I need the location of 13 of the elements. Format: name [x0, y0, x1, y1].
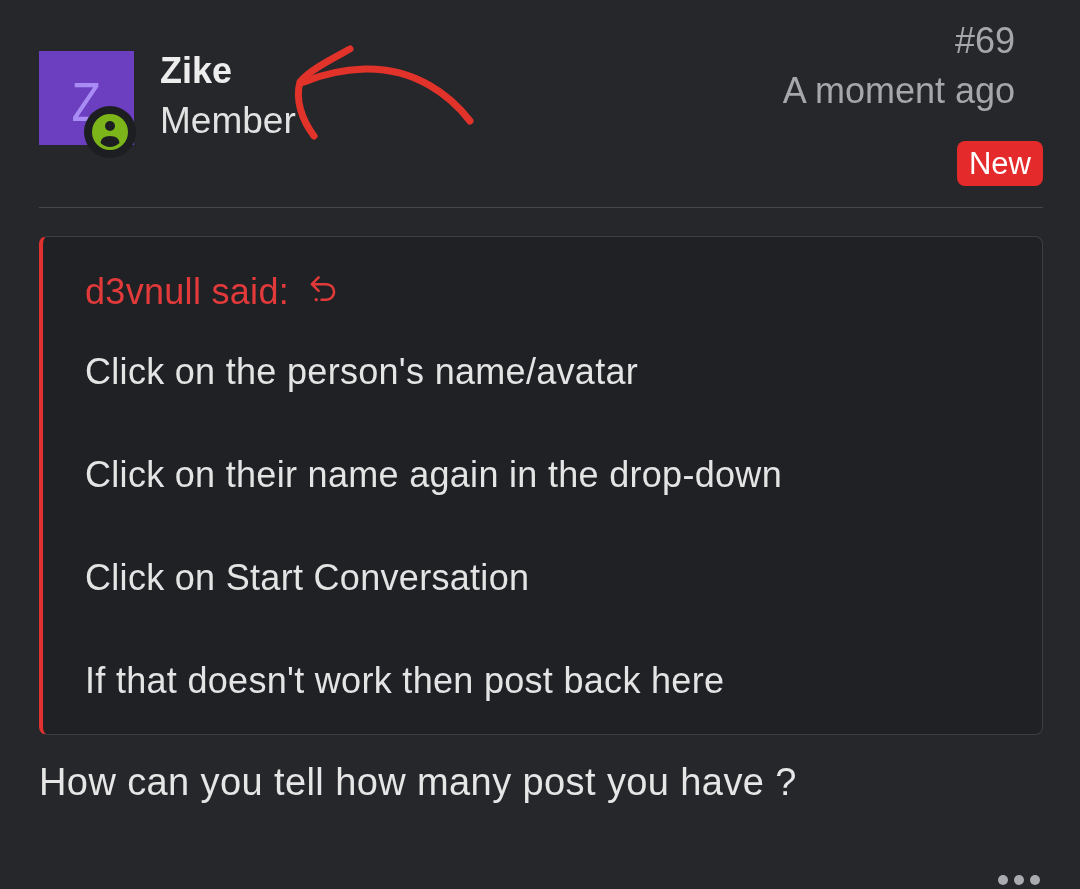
quote-text: If that doesn't work then post back here — [85, 659, 726, 703]
return-arrow-icon[interactable] — [308, 274, 338, 304]
post-time: A moment ago — [782, 69, 1015, 113]
message-text: How can you tell how many post you have ? — [39, 760, 798, 805]
quote-text: Click on the person's name/avatar — [85, 350, 640, 394]
post-number-link[interactable]: #69 — [954, 16, 1015, 66]
username-link[interactable]: Zike — [160, 46, 233, 96]
quote-author: d3vnull said: — [85, 270, 290, 314]
more-options-icon[interactable] — [998, 875, 1040, 885]
user-role: Member — [160, 99, 296, 143]
new-badge: New — [957, 141, 1043, 186]
quote-text: Click on their name again in the drop-down — [85, 453, 783, 497]
quote-text: Click on Start Conversation — [85, 556, 531, 600]
